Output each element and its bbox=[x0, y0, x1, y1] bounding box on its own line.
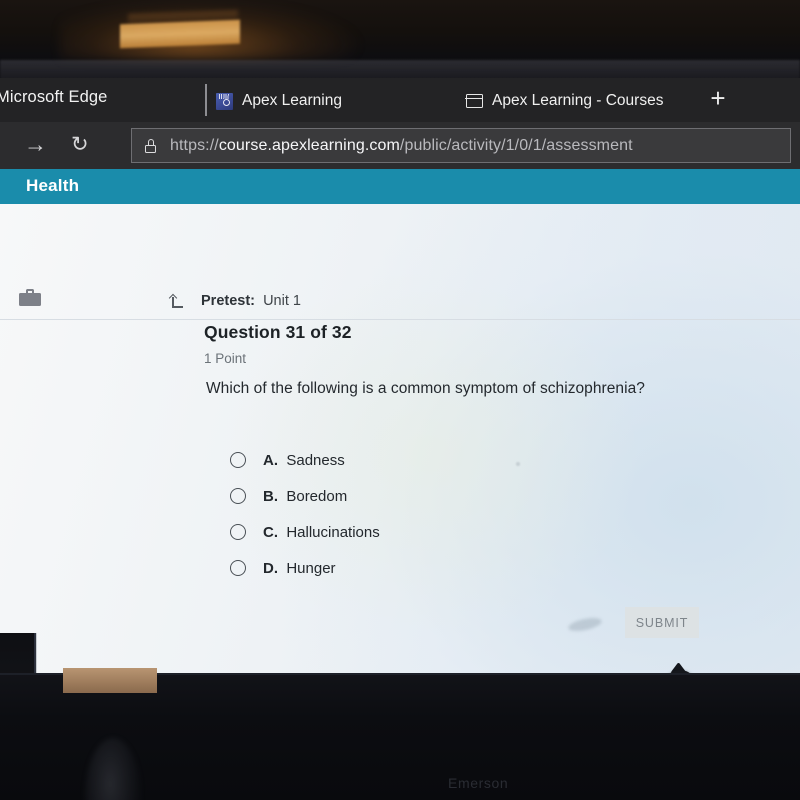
monitor-screen: Microsoft Edge Apex Learning Apex Learni… bbox=[0, 78, 800, 673]
foreground-tan-object bbox=[63, 668, 157, 693]
answer-option-b[interactable]: B. Boredom bbox=[230, 478, 380, 514]
briefcase-icon[interactable] bbox=[19, 289, 41, 306]
app-header-bar: Health bbox=[0, 169, 800, 204]
address-bar[interactable]: https://course.apexlearning.com/public/a… bbox=[131, 128, 791, 163]
monitor-top-bezel bbox=[0, 0, 800, 82]
new-tab-button[interactable]: + bbox=[705, 85, 731, 112]
browser-app-label: Microsoft Edge bbox=[0, 88, 108, 106]
answer-option-text: Hunger bbox=[286, 559, 336, 577]
answer-option-letter: D. bbox=[263, 559, 278, 577]
url-path: /public/activity/1/0/1/assessment bbox=[399, 136, 633, 154]
answer-option-letter: B. bbox=[263, 487, 278, 505]
tabstrip-divider bbox=[205, 84, 207, 116]
answer-option-a[interactable]: A. Sadness bbox=[230, 442, 380, 478]
browser-tab-title: Apex Learning - Courses bbox=[492, 92, 664, 109]
answer-options-list: A. Sadness B. Boredom C. Hallucinations … bbox=[230, 442, 380, 586]
breadcrumb[interactable]: Pretest: Unit 1 bbox=[168, 293, 301, 309]
submit-button[interactable]: SUBMIT bbox=[625, 607, 699, 638]
browser-tab-apex-learning[interactable]: Apex Learning bbox=[216, 87, 342, 115]
radio-button[interactable] bbox=[230, 560, 246, 576]
browser-tab-title: Apex Learning bbox=[242, 92, 342, 109]
header-divider bbox=[0, 319, 800, 320]
answer-option-label: C. Hallucinations bbox=[263, 524, 380, 541]
answer-option-letter: C. bbox=[263, 523, 278, 541]
screen-dust-artifact bbox=[516, 462, 520, 466]
answer-option-text: Hallucinations bbox=[286, 523, 380, 541]
course-title: Health bbox=[26, 176, 80, 195]
answer-option-label: A. Sadness bbox=[263, 452, 345, 469]
screen-smudge-artifact bbox=[567, 615, 603, 634]
radio-button[interactable] bbox=[230, 524, 246, 540]
radio-button[interactable] bbox=[230, 488, 246, 504]
bezel-warm-reflection bbox=[120, 19, 240, 49]
answer-option-c[interactable]: C. Hallucinations bbox=[230, 514, 380, 550]
breadcrumb-text: Pretest: Unit 1 bbox=[201, 293, 301, 309]
foreground-occlusion-edge bbox=[34, 633, 37, 673]
browser-tab-apex-learning-courses[interactable]: Apex Learning - Courses bbox=[465, 87, 664, 115]
screen-glare-wash bbox=[0, 204, 800, 673]
radio-button[interactable] bbox=[230, 452, 246, 468]
foreground-occlusion-left bbox=[0, 633, 36, 673]
question-number: Question 31 of 32 bbox=[204, 322, 352, 342]
left-rail bbox=[0, 204, 58, 673]
answer-option-d[interactable]: D. Hunger bbox=[230, 550, 380, 586]
browser-navigation-bar: → ↻ https://course.apexlearning.com/publ… bbox=[0, 122, 800, 169]
address-bar-url: https://course.apexlearning.com/public/a… bbox=[170, 137, 633, 155]
arrow-up-left-icon bbox=[168, 293, 185, 309]
answer-option-letter: A. bbox=[263, 451, 278, 469]
url-prefix: https:// bbox=[170, 136, 219, 154]
browser-chrome: Microsoft Edge Apex Learning Apex Learni… bbox=[0, 78, 800, 169]
assessment-page: Pretest: Unit 1 Question 31 of 32 1 Poin… bbox=[0, 204, 800, 673]
device-brand-logo: Emerson bbox=[448, 775, 509, 791]
reload-icon[interactable]: ↻ bbox=[71, 134, 89, 155]
answer-option-text: Sadness bbox=[286, 451, 345, 469]
breadcrumb-value: Unit 1 bbox=[263, 293, 301, 309]
browser-tabstrip: Microsoft Edge Apex Learning Apex Learni… bbox=[0, 78, 800, 122]
lock-icon bbox=[145, 138, 156, 153]
breadcrumb-label: Pretest: bbox=[201, 293, 255, 309]
photo-of-monitor: Microsoft Edge Apex Learning Apex Learni… bbox=[0, 0, 800, 800]
apex-favicon-icon bbox=[216, 92, 233, 110]
question-points: 1 Point bbox=[204, 351, 247, 366]
bezel-shadow-blob bbox=[85, 738, 141, 800]
window-icon bbox=[465, 94, 483, 108]
answer-option-label: B. Boredom bbox=[263, 488, 347, 505]
answer-option-text: Boredom bbox=[286, 487, 348, 505]
url-domain: course.apexlearning.com bbox=[218, 136, 400, 154]
forward-arrow-icon[interactable]: → bbox=[24, 133, 47, 156]
question-prompt: Which of the following is a common sympt… bbox=[206, 380, 645, 397]
answer-option-label: D. Hunger bbox=[263, 560, 336, 577]
